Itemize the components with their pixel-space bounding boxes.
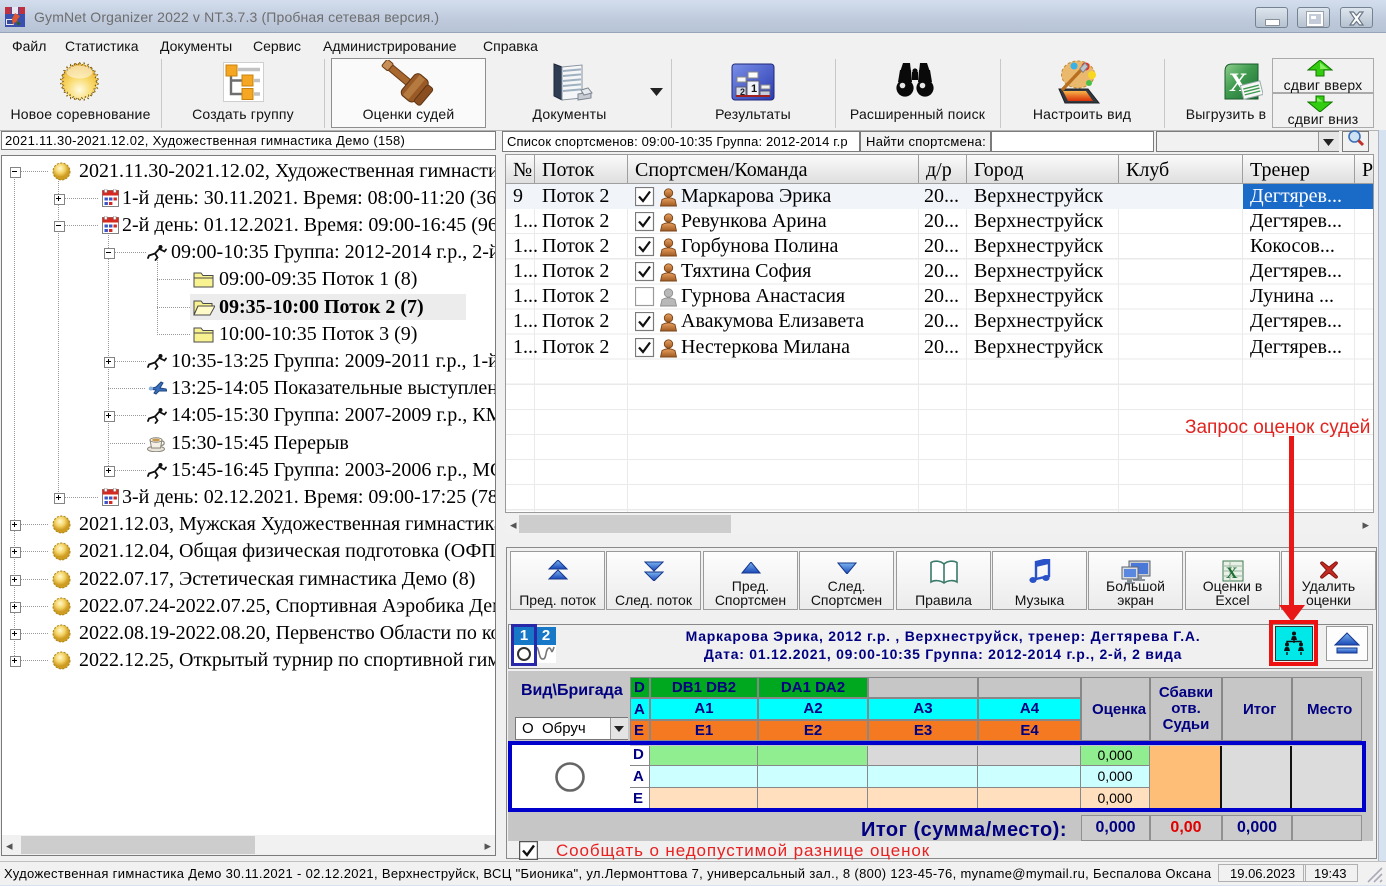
svg-text:1: 1 xyxy=(751,83,757,95)
